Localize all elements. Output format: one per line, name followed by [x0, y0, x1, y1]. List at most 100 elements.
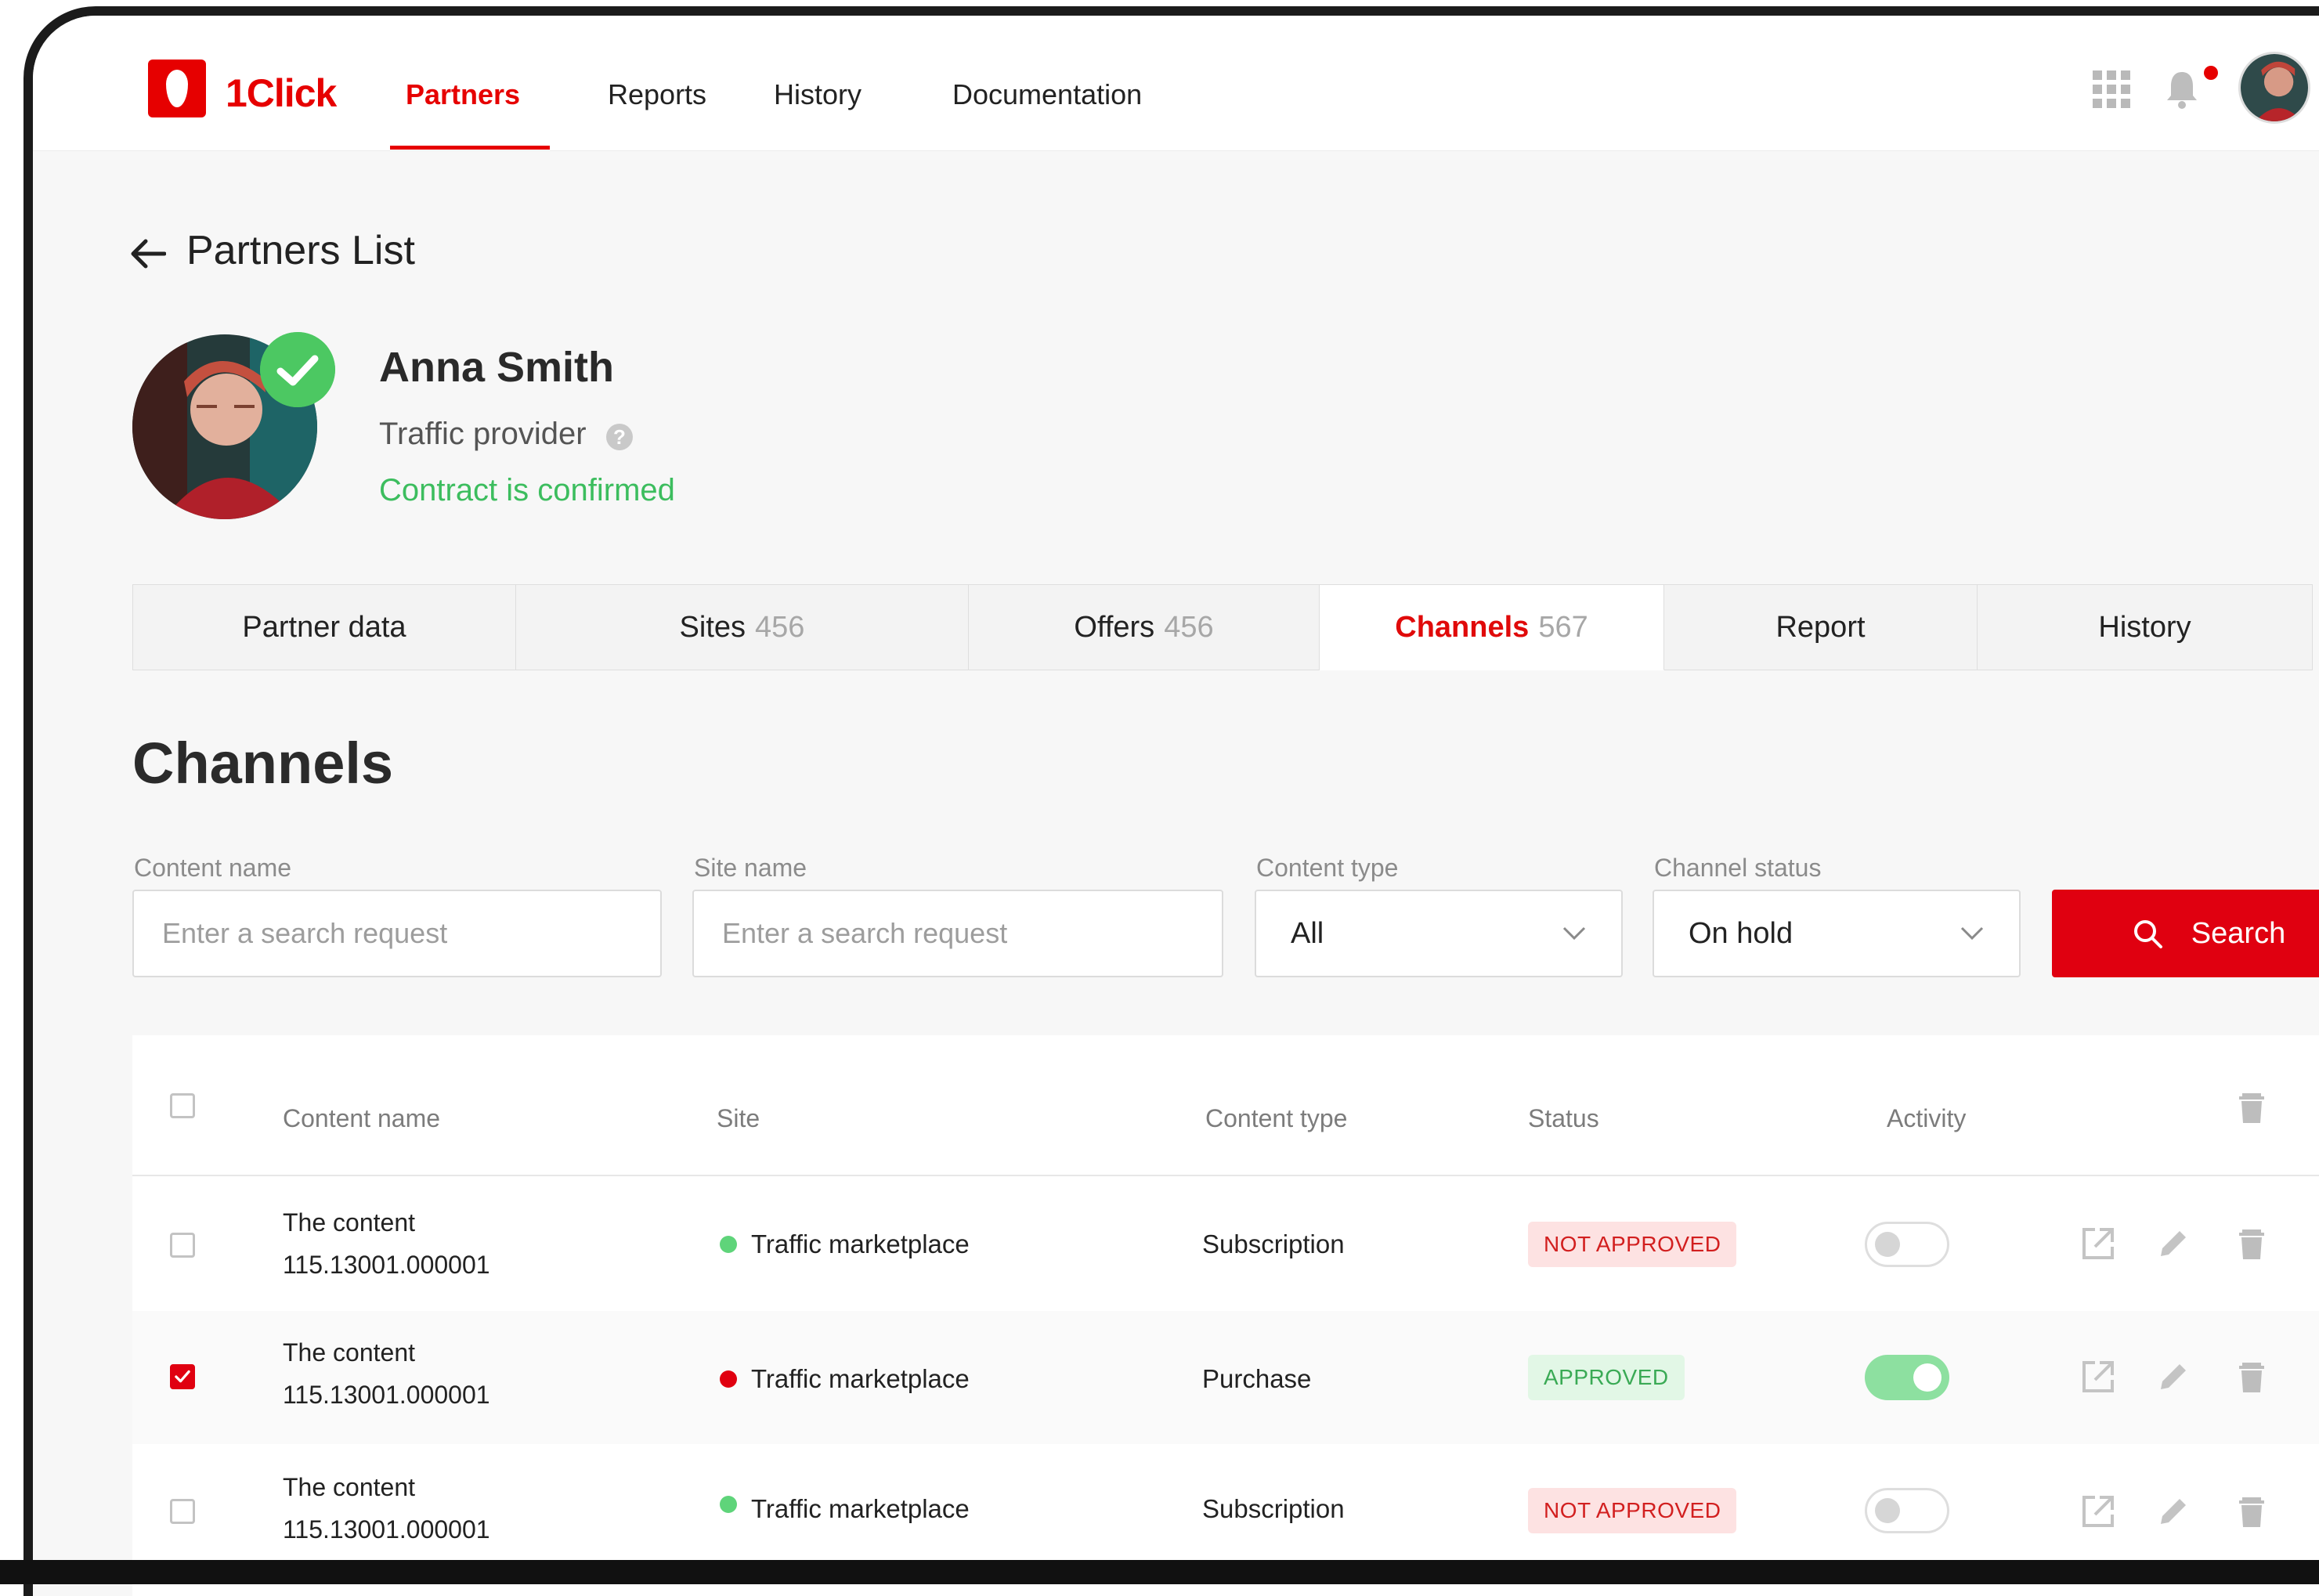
delete-trash-icon[interactable] [2233, 1493, 2270, 1530]
content-name-input[interactable] [132, 890, 662, 977]
row-checkbox-checked[interactable] [170, 1364, 195, 1389]
nav-history[interactable]: History [774, 78, 861, 111]
tab-label: History [2098, 610, 2191, 644]
open-external-icon[interactable] [2079, 1358, 2117, 1396]
activity-toggle[interactable] [1865, 1355, 1949, 1400]
verified-check-icon [260, 332, 335, 407]
tab-label: Channels [1395, 610, 1530, 644]
edit-pencil-icon[interactable] [2155, 1493, 2192, 1530]
row-site: Traffic marketplace [751, 1229, 970, 1258]
table-row[interactable]: The content 115.13001.000001 Traffic mar… [132, 1444, 2319, 1577]
partner-tabs: Partner data Sites 456 Offers 456 Channe… [132, 584, 2319, 672]
status-badge: NOT APPROVED [1528, 1488, 1737, 1533]
column-header-content-name[interactable]: Content name [283, 1104, 440, 1133]
chevron-down-icon [1562, 926, 1586, 941]
content-name-line: The content [283, 1473, 415, 1501]
delete-all-trash-icon[interactable] [2233, 1089, 2270, 1126]
nav-reports[interactable]: Reports [608, 78, 706, 111]
channel-status-select[interactable]: On hold [1653, 890, 2021, 977]
partner-role: Traffic provider [379, 417, 587, 451]
tab-count: 456 [755, 610, 805, 644]
column-header-activity[interactable]: Activity [1887, 1104, 1966, 1133]
row-content-name: The content 115.13001.000001 [283, 1331, 490, 1416]
search-button[interactable]: Search [2052, 890, 2319, 977]
status-badge: NOT APPROVED [1528, 1222, 1737, 1267]
search-icon [2133, 920, 2162, 948]
open-external-icon[interactable] [2079, 1225, 2117, 1262]
site-name-label: Site name [694, 854, 807, 882]
brand-name[interactable]: 1Click [226, 70, 337, 116]
column-header-content-type[interactable]: Content type [1205, 1104, 1347, 1133]
tab-label: Sites [679, 610, 746, 644]
delete-trash-icon[interactable] [2233, 1358, 2270, 1396]
delete-trash-icon[interactable] [2233, 1225, 2270, 1262]
open-external-icon[interactable] [2079, 1493, 2117, 1530]
column-header-site[interactable]: Site [717, 1104, 760, 1133]
row-content-type: Purchase [1202, 1364, 1312, 1393]
contract-status: Contract is confirmed [379, 473, 675, 507]
app-window: 1Click Partners Reports History Document… [23, 6, 2319, 1596]
partner-name: Anna Smith [379, 344, 615, 391]
content-name-line: The content [283, 1208, 415, 1237]
tab-offers[interactable]: Offers 456 [969, 584, 1320, 670]
tab-count: 567 [1538, 610, 1588, 644]
site-name-input[interactable] [692, 890, 1223, 977]
row-checkbox[interactable] [170, 1233, 195, 1258]
table-row[interactable]: The content 115.13001.000001 Traffic mar… [132, 1311, 2319, 1444]
nav-documentation[interactable]: Documentation [952, 78, 1142, 111]
channel-status-value: On hold [1689, 916, 1793, 950]
nav-partners[interactable]: Partners [406, 78, 520, 111]
tab-label: Report [1775, 610, 1866, 644]
content-id-line: 115.13001.000001 [283, 1515, 490, 1544]
nav-active-underline [390, 146, 550, 150]
edit-pencil-icon[interactable] [2155, 1358, 2192, 1396]
row-content-name: The content 115.13001.000001 [283, 1466, 490, 1551]
column-header-status[interactable]: Status [1528, 1104, 1599, 1133]
tab-count: 456 [1164, 610, 1214, 644]
row-content-type: Subscription [1202, 1229, 1345, 1258]
notification-bell-icon[interactable] [2165, 69, 2199, 110]
tab-sites[interactable]: Sites 456 [516, 584, 969, 670]
content-type-label: Content type [1256, 854, 1399, 882]
chevron-down-icon [1960, 926, 1984, 941]
channels-table: Content name Site Content type Status Ac… [132, 1035, 2319, 1596]
row-checkbox[interactable] [170, 1499, 195, 1524]
content-type-value: All [1291, 916, 1324, 950]
content-type-select[interactable]: All [1255, 890, 1623, 977]
content-name-line: The content [283, 1338, 415, 1367]
row-content-type: Subscription [1202, 1494, 1345, 1523]
table-header-divider [132, 1175, 2319, 1176]
top-navigation: 1Click Partners Reports History Document… [33, 16, 2319, 151]
select-all-checkbox[interactable] [170, 1093, 195, 1118]
row-site: Traffic marketplace [751, 1494, 970, 1523]
tab-channels[interactable]: Channels 567 [1320, 584, 1664, 670]
tab-label: Partner data [242, 610, 406, 644]
content-name-label: Content name [134, 854, 292, 882]
table-row[interactable]: The content 115.13001.000001 Traffic mar… [132, 1178, 2319, 1311]
help-icon[interactable]: ? [606, 424, 633, 450]
content-id-line: 115.13001.000001 [283, 1251, 490, 1279]
site-status-dot [720, 1236, 737, 1253]
tab-partner-data[interactable]: Partner data [132, 584, 516, 670]
activity-toggle[interactable] [1865, 1488, 1949, 1533]
apps-grid-icon[interactable] [2093, 70, 2130, 108]
user-avatar[interactable] [2238, 52, 2310, 124]
status-badge: APPROVED [1528, 1355, 1685, 1400]
notification-dot [2204, 66, 2218, 80]
check-icon [175, 1370, 190, 1383]
site-status-dot [720, 1370, 737, 1388]
tab-history[interactable]: History [1978, 584, 2313, 670]
channel-status-label: Channel status [1654, 854, 1822, 882]
tab-label: Offers [1074, 610, 1155, 644]
search-button-label: Search [2191, 916, 2286, 950]
section-title: Channels [132, 731, 394, 796]
edit-pencil-icon[interactable] [2155, 1225, 2192, 1262]
site-status-dot [720, 1496, 737, 1513]
row-content-name: The content 115.13001.000001 [283, 1201, 490, 1286]
device-bezel-bottom [0, 1560, 2319, 1584]
back-title[interactable]: Partners List [186, 227, 415, 274]
tab-report[interactable]: Report [1664, 584, 1978, 670]
back-arrow-icon[interactable] [130, 238, 166, 269]
activity-toggle[interactable] [1865, 1222, 1949, 1267]
row-site: Traffic marketplace [751, 1364, 970, 1393]
